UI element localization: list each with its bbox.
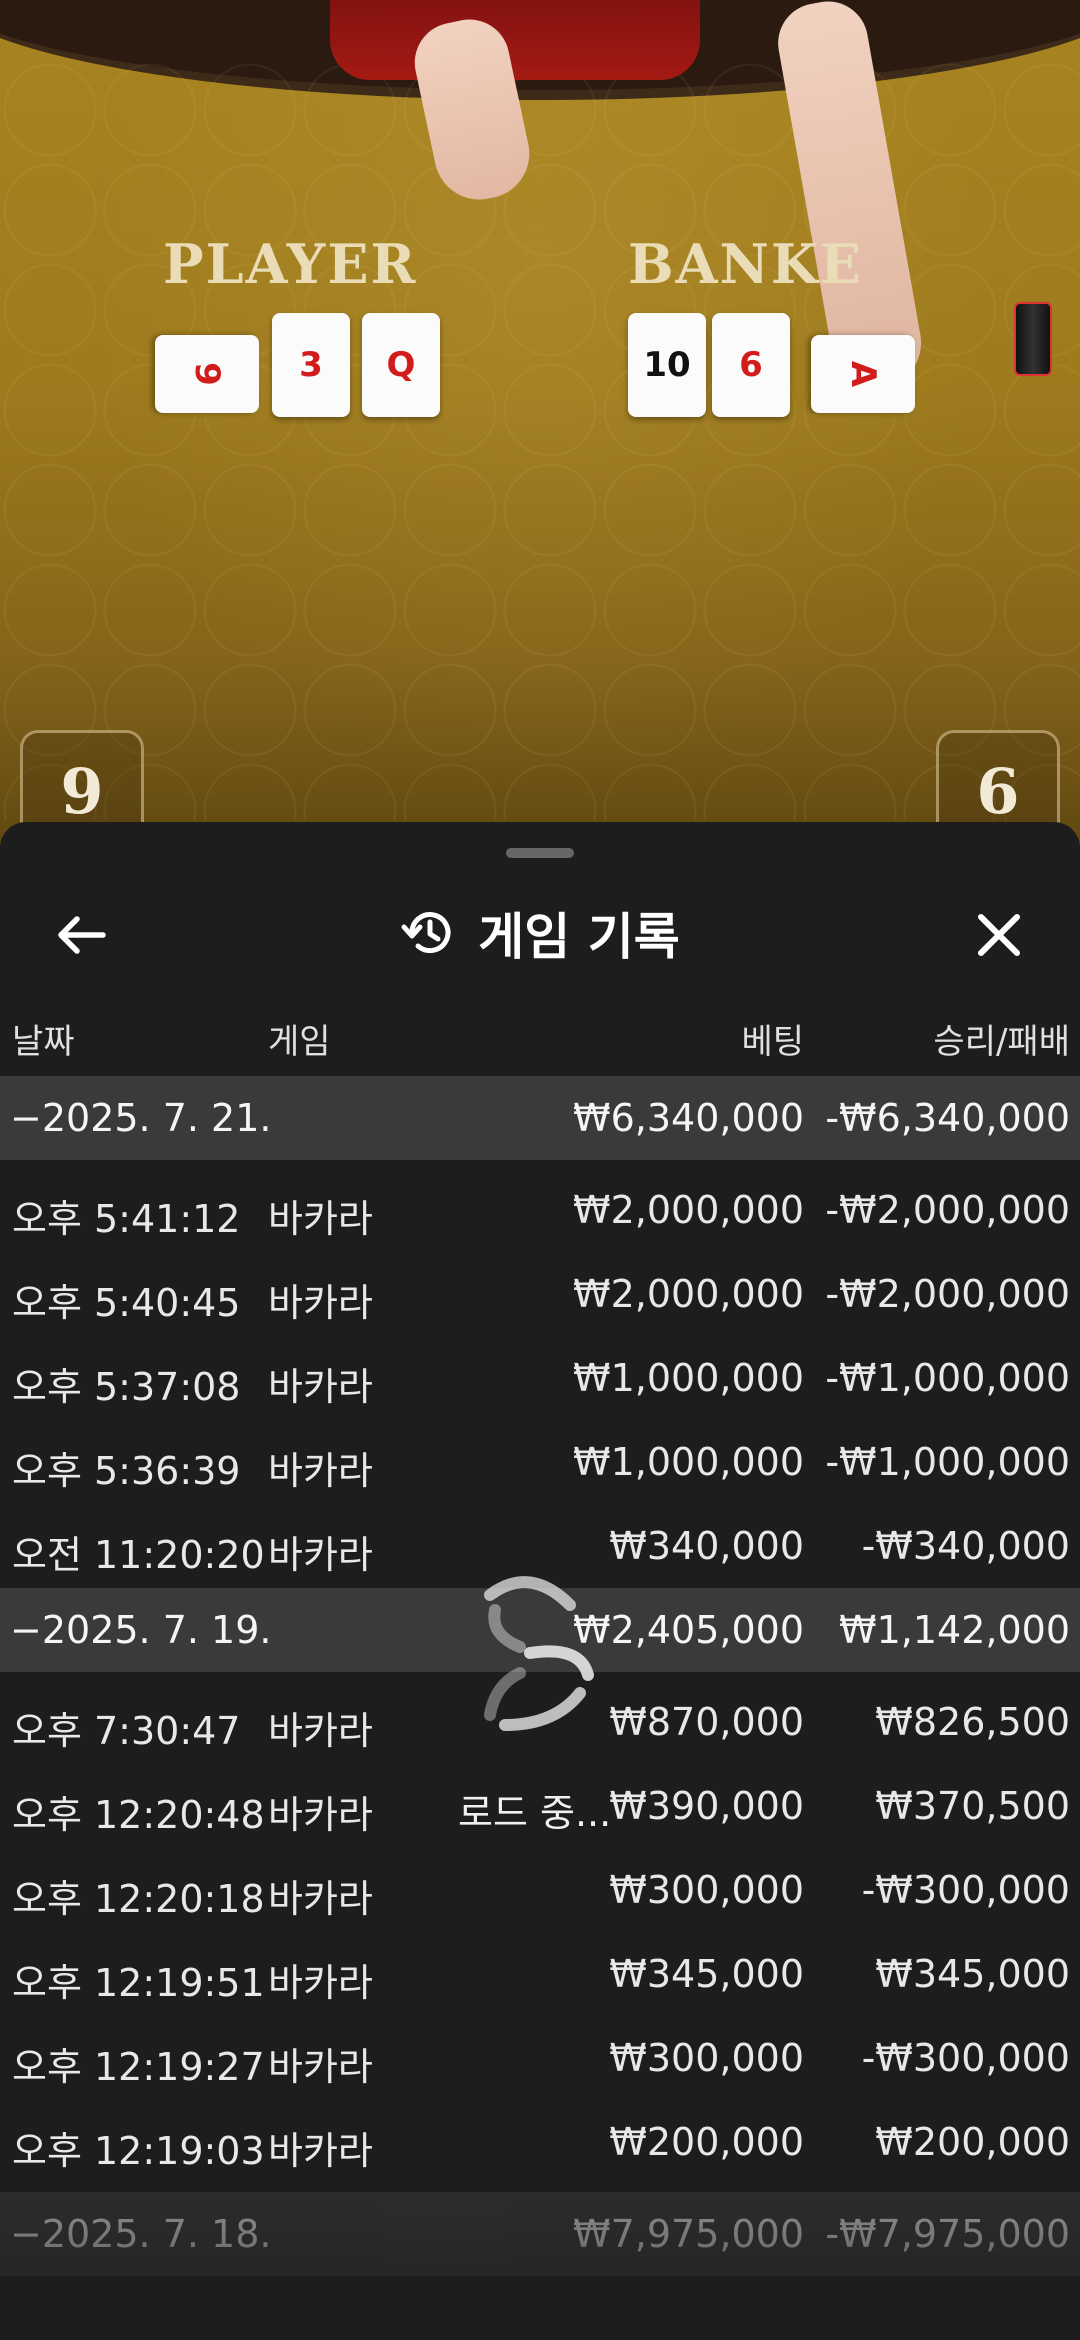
- banker-label: BANKE: [628, 232, 863, 296]
- row-result: -₩300,000: [861, 2036, 1070, 2080]
- row-time: 오후 12:19:03: [12, 2129, 265, 2173]
- row-game: 바카라: [268, 1961, 373, 2005]
- column-date: 날짜: [12, 1022, 75, 1062]
- row-time: 오후 12:20:18: [12, 1877, 265, 1921]
- row-result: -₩2,000,000: [825, 1272, 1070, 1316]
- row-game: 바카라: [268, 1877, 373, 1921]
- row-bet: ₩2,000,000: [573, 1188, 804, 1232]
- group-date: −2025. 7. 18.: [10, 2212, 272, 2256]
- row-bet: ₩390,000: [609, 1784, 804, 1828]
- row-time: 오전 11:20:20: [12, 1533, 265, 1577]
- row-result: -₩1,000,000: [825, 1356, 1070, 1400]
- history-row[interactable]: 오후 5:41:12 바카라 ₩2,000,000 -₩2,000,000: [0, 1168, 1080, 1252]
- row-bet: ₩340,000: [609, 1524, 804, 1568]
- row-time: 오후 12:19:27: [12, 2045, 265, 2089]
- row-time: 오후 12:19:51: [12, 1961, 265, 2005]
- close-icon: [978, 914, 1020, 956]
- sheet-drag-handle[interactable]: [506, 848, 574, 858]
- group-result-total: -₩7,975,000: [825, 2212, 1070, 2256]
- row-bet: ₩1,000,000: [573, 1356, 804, 1400]
- column-game: 게임: [268, 1022, 331, 1062]
- history-row[interactable]: 오후 5:37:08 바카라 ₩1,000,000 -₩1,000,000: [0, 1336, 1080, 1420]
- row-bet: ₩870,000: [609, 1700, 804, 1744]
- row-bet: ₩200,000: [609, 2120, 804, 2164]
- player-score-value: 9: [60, 755, 104, 828]
- row-bet: ₩300,000: [609, 2036, 804, 2080]
- player-card-3-rank: Q: [386, 345, 416, 385]
- banker-card-3-rank: A: [843, 360, 883, 388]
- row-game: 바카라: [268, 1533, 373, 1577]
- player-card-2-rank: 3: [299, 345, 323, 385]
- history-row[interactable]: 오후 12:19:03 바카라 ₩200,000 ₩200,000: [0, 2100, 1080, 2184]
- dealer-dress: [330, 0, 700, 80]
- back-button[interactable]: [46, 900, 116, 970]
- table-pattern: [0, 60, 1080, 820]
- close-button[interactable]: [964, 900, 1034, 970]
- group-result-total: ₩1,142,000: [839, 1608, 1070, 1652]
- column-result: 승리/패배: [933, 1022, 1070, 1062]
- sheet-header: 게임 기록: [0, 878, 1080, 988]
- row-bet: ₩1,000,000: [573, 1440, 804, 1484]
- row-result: -₩2,000,000: [825, 1188, 1070, 1232]
- history-row[interactable]: 오후 5:36:39 바카라 ₩1,000,000 -₩1,000,000: [0, 1420, 1080, 1504]
- row-time: 오후 12:20:48: [12, 1793, 265, 1837]
- row-result: -₩1,000,000: [825, 1440, 1070, 1484]
- row-result: ₩370,500: [875, 1784, 1070, 1828]
- row-time: 오후 5:40:45: [12, 1281, 241, 1325]
- history-row[interactable]: 오후 12:19:51 바카라 ₩345,000 ₩345,000: [0, 1932, 1080, 2016]
- date-group-header[interactable]: −2025. 7. 21. ₩6,340,000 -₩6,340,000: [0, 1076, 1080, 1160]
- row-game: 바카라: [268, 1281, 373, 1325]
- row-bet: ₩345,000: [609, 1952, 804, 1996]
- row-game: 바카라: [268, 1449, 373, 1493]
- banker-card-2-rank: 6: [739, 345, 763, 385]
- player-card-2: 3: [272, 313, 350, 417]
- group-bet-total: ₩7,975,000: [573, 2212, 804, 2256]
- group-date: −2025. 7. 19.: [10, 1608, 272, 1652]
- loading-text: 로드 중...: [458, 1791, 612, 1835]
- row-result: ₩826,500: [875, 1700, 1070, 1744]
- date-group-header[interactable]: −2025. 7. 18. ₩7,975,000 -₩7,975,000: [0, 2192, 1080, 2276]
- banker-card-3: A: [811, 335, 915, 413]
- row-game: 바카라: [268, 1365, 373, 1409]
- player-card-1: 9: [155, 335, 259, 413]
- table-header: 날짜 게임 베팅 승리/패배: [0, 1002, 1080, 1072]
- player-card-1-rank: 9: [187, 362, 227, 386]
- column-bet: 베팅: [741, 1022, 804, 1062]
- banker-card-1-rank: 10: [643, 345, 691, 385]
- arrow-left-icon: [58, 916, 106, 954]
- history-row[interactable]: 오후 5:40:45 바카라 ₩2,000,000 -₩2,000,000: [0, 1252, 1080, 1336]
- history-icon: [401, 912, 451, 954]
- row-time: 오후 7:30:47: [12, 1709, 241, 1753]
- banker-card-1: 10: [628, 313, 706, 417]
- row-result: -₩300,000: [861, 1868, 1070, 1912]
- row-game: 바카라: [268, 2129, 373, 2173]
- row-game: 바카라: [268, 1793, 373, 1837]
- row-bet: ₩2,000,000: [573, 1272, 804, 1316]
- row-time: 오후 5:41:12: [12, 1197, 241, 1241]
- banker-score-value: 6: [976, 755, 1020, 828]
- row-game: 바카라: [268, 1197, 373, 1241]
- history-row[interactable]: 오후 12:20:18 바카라 ₩300,000 -₩300,000: [0, 1848, 1080, 1932]
- live-video-background: PLAYER BANKE 9 3 Q 10 6 A 9 6: [0, 0, 1080, 880]
- row-result: ₩200,000: [875, 2120, 1070, 2164]
- row-result: -₩340,000: [861, 1524, 1070, 1568]
- row-time: 오후 5:36:39: [12, 1449, 241, 1493]
- row-game: 바카라: [268, 1709, 373, 1753]
- row-bet: ₩300,000: [609, 1868, 804, 1912]
- history-row[interactable]: 오후 12:19:27 바카라 ₩300,000 -₩300,000: [0, 2016, 1080, 2100]
- group-result-total: -₩6,340,000: [825, 1096, 1070, 1140]
- row-result: ₩345,000: [875, 1952, 1070, 1996]
- group-date: −2025. 7. 21.: [10, 1096, 272, 1140]
- row-game: 바카라: [268, 2045, 373, 2089]
- row-time: 오후 5:37:08: [12, 1365, 241, 1409]
- player-label: PLAYER: [163, 232, 418, 296]
- group-bet-total: ₩6,340,000: [573, 1096, 804, 1140]
- loading-spinner-icon: [484, 1576, 594, 1731]
- player-card-3: Q: [362, 313, 440, 417]
- banker-card-2: 6: [712, 313, 790, 417]
- sheet-title: 게임 기록: [478, 908, 680, 966]
- chip-stack: [1014, 302, 1052, 376]
